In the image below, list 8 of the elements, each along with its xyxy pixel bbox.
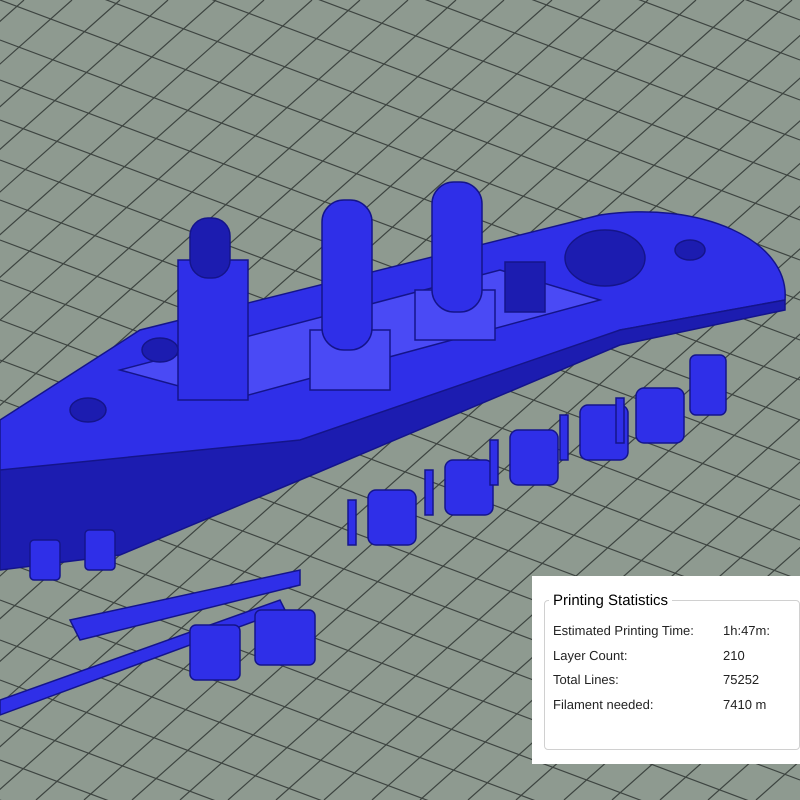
- stat-value: 75252: [723, 671, 760, 689]
- stat-label: Total Lines:: [553, 671, 620, 689]
- stat-value: 1h:47m:: [723, 622, 771, 640]
- stat-label: Estimated Printing Time:: [553, 622, 695, 640]
- stat-value: 210: [723, 646, 746, 664]
- stat-label: Layer Count:: [553, 646, 628, 665]
- stat-value: 7410 m: [723, 696, 768, 714]
- stat-label: Filament needed:: [553, 696, 654, 714]
